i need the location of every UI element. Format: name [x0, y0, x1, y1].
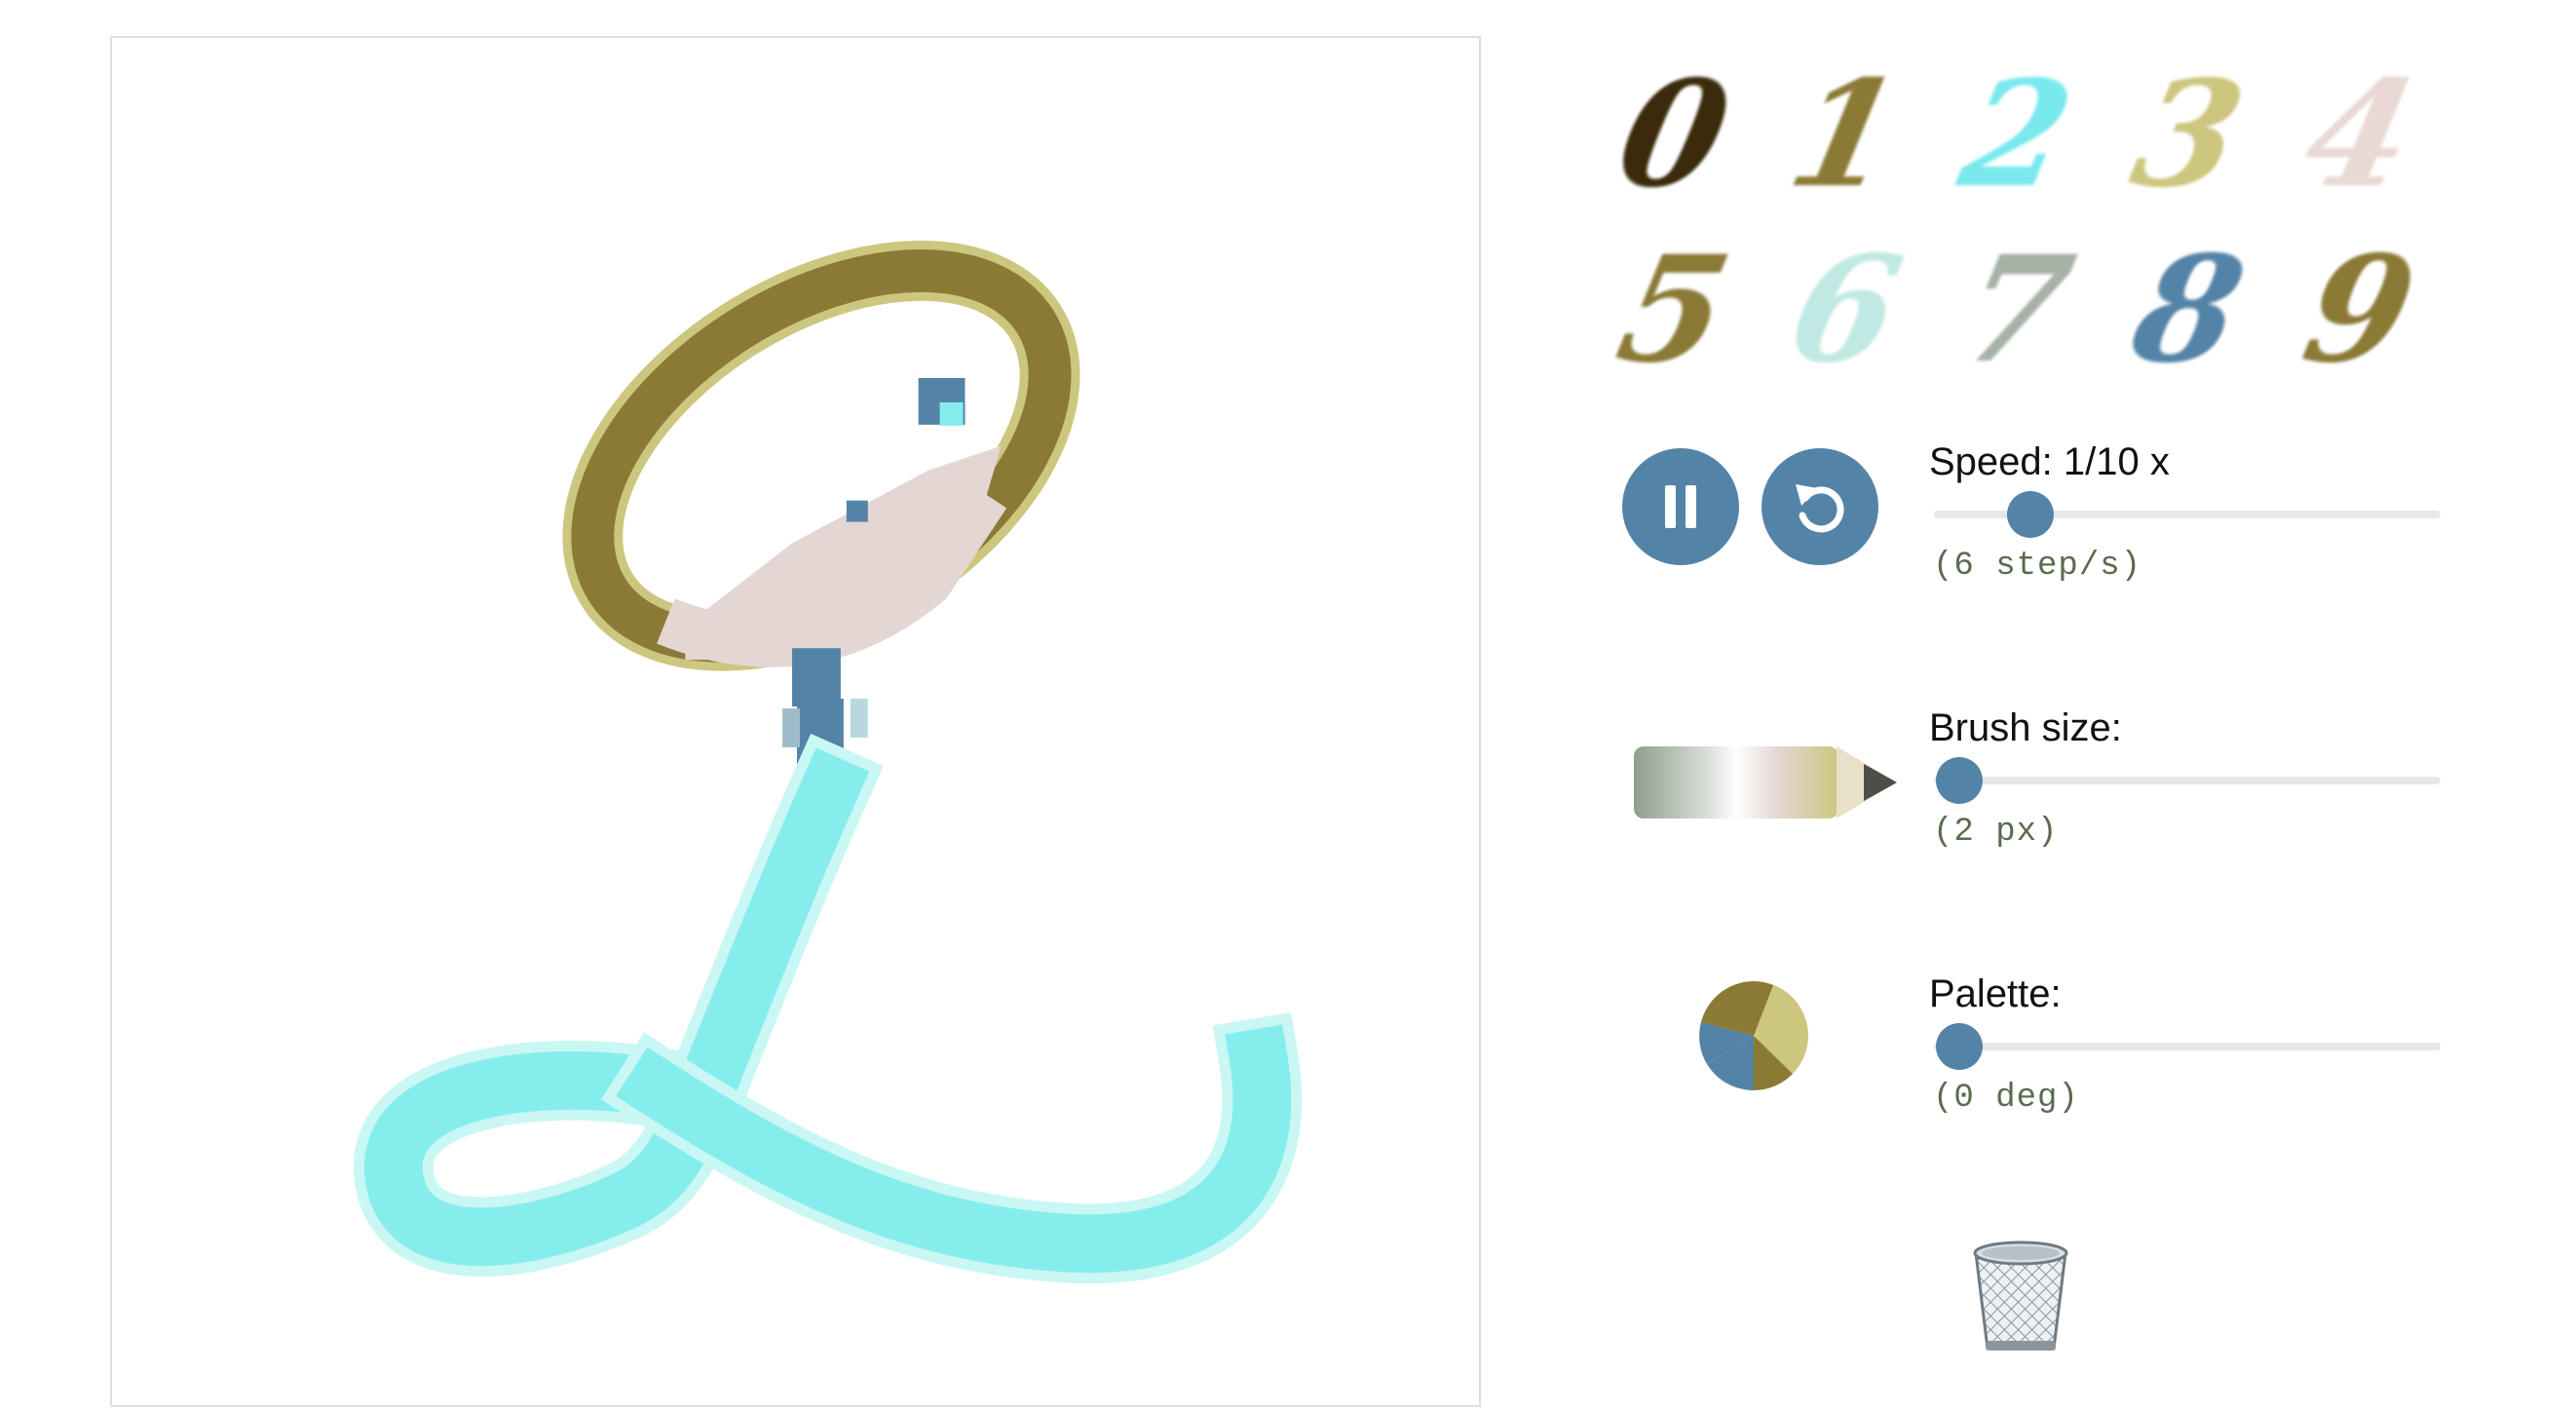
brush-preview — [1632, 743, 1900, 827]
digit-sample-6[interactable]: 6 — [1760, 222, 1931, 398]
digit-sample-7[interactable]: 7 — [1931, 222, 2102, 398]
digit-sample-label: 2 — [1948, 49, 2086, 220]
speed-label: Speed: 1/10 x — [1929, 440, 2170, 483]
digit-samples: 0 1 2 3 4 5 6 7 8 9 — [1588, 47, 2445, 398]
pencil-icon — [1634, 746, 1897, 819]
speed-slider[interactable] — [1934, 491, 2441, 538]
clear-canvas-button[interactable] — [1970, 1239, 2071, 1359]
digit-sample-label: 9 — [2291, 224, 2429, 396]
digit-sample-label: 4 — [2291, 49, 2429, 220]
palette-pie-icon — [1699, 980, 1808, 1091]
palette-slider[interactable] — [1934, 1023, 2441, 1070]
palette-preview — [1697, 979, 1810, 1097]
brush-size-label: Brush size: — [1929, 706, 2122, 749]
digit-sample-3[interactable]: 3 — [2102, 47, 2274, 222]
trash-icon — [1973, 1240, 2068, 1351]
palette-value: (0 deg) — [1933, 1080, 2079, 1117]
digit-sample-4[interactable]: 4 — [2274, 47, 2445, 222]
digit-sample-2[interactable]: 2 — [1931, 47, 2102, 222]
digit-sample-0[interactable]: 0 — [1588, 47, 1760, 222]
digit-sample-label: 7 — [1948, 224, 2086, 396]
canvas-drawing — [354, 240, 1303, 1284]
digit-sample-5[interactable]: 5 — [1588, 222, 1760, 398]
digit-sample-8[interactable]: 8 — [2102, 222, 2274, 398]
drawing-canvas[interactable] — [110, 36, 1481, 1407]
brush-size-value: (2 px) — [1933, 814, 2059, 851]
brush-size-slider[interactable] — [1934, 757, 2441, 804]
stroke-tail — [354, 733, 1303, 1284]
digit-sample-1[interactable]: 1 — [1760, 47, 1931, 222]
digit-sample-label: 1 — [1776, 49, 1914, 220]
digit-sample-label: 5 — [1605, 224, 1743, 396]
stroke-loop — [562, 240, 1080, 671]
restart-icon — [1796, 484, 1844, 533]
speed-slider-thumb[interactable] — [2006, 491, 2054, 538]
brush-size-slider-thumb[interactable] — [1936, 757, 1983, 804]
speed-rate: (6 step/s) — [1933, 548, 2142, 585]
digit-sample-label: 3 — [2119, 49, 2257, 220]
digit-sample-label: 6 — [1776, 224, 1914, 396]
digit-sample-9[interactable]: 9 — [2274, 222, 2445, 398]
pause-icon — [1665, 485, 1696, 528]
digit-sample-label: 0 — [1605, 49, 1743, 220]
palette-label: Palette: — [1929, 972, 2062, 1015]
palette-slider-thumb[interactable] — [1936, 1023, 1983, 1070]
restart-button[interactable] — [1762, 448, 1878, 565]
pause-button[interactable] — [1622, 448, 1739, 565]
digit-sample-label: 8 — [2119, 224, 2257, 396]
